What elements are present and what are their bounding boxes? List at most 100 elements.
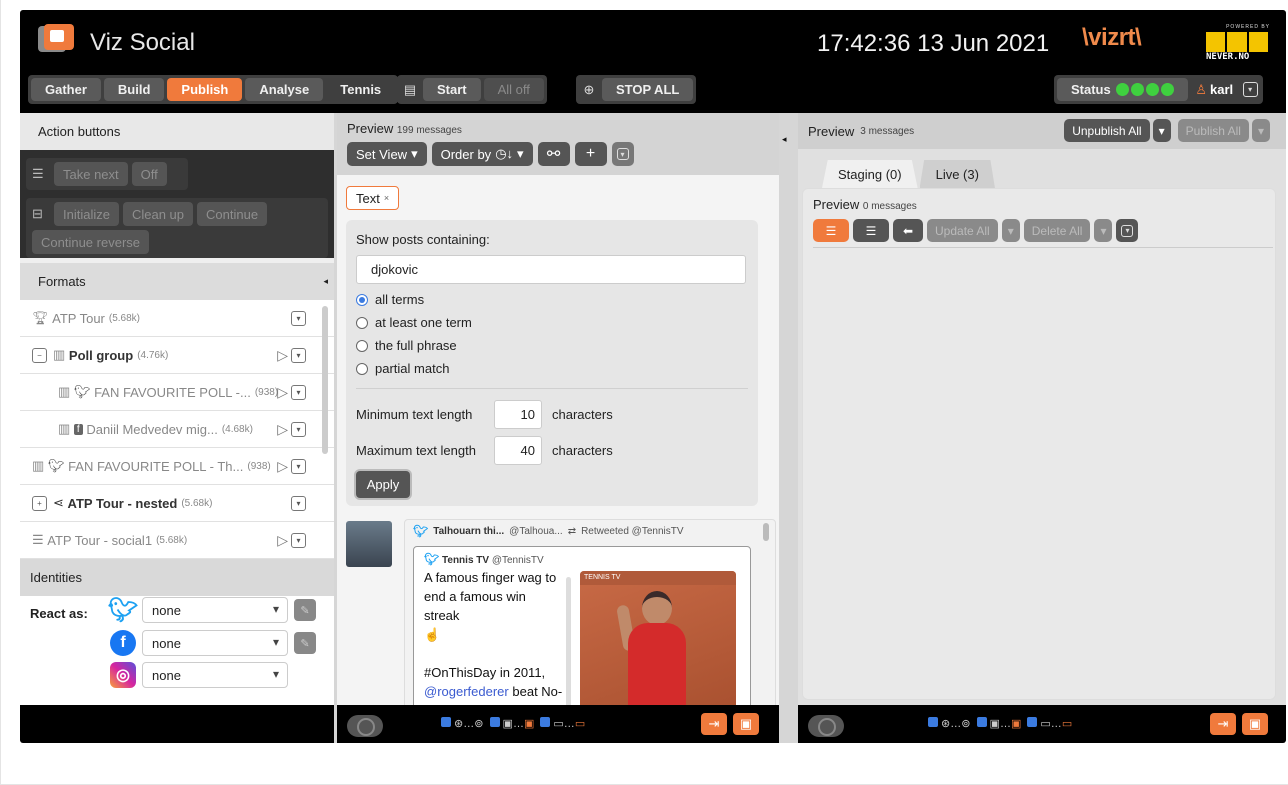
dropdown-icon[interactable]: ▾ (291, 495, 306, 511)
dropdown-icon[interactable]: ▾ (291, 532, 306, 548)
preview-scrollbar[interactable] (763, 523, 769, 541)
link-icon[interactable]: ⚯ (537, 142, 570, 166)
playlist-icon[interactable]: ▤ (400, 78, 420, 101)
facebook-icon: f (110, 630, 136, 656)
insert-icon[interactable]: ⇥ (701, 713, 727, 735)
apply-button[interactable]: Apply (356, 471, 410, 498)
toggle-circle-icon[interactable] (808, 715, 844, 737)
continue-button[interactable]: Continue (197, 202, 268, 226)
play-icon[interactable]: ▷ (277, 385, 288, 400)
format-item[interactable]: ▥ 🐦︎ FAN FAVOURITE POLL -... (938) ▷ ▾ (20, 374, 334, 411)
order-by-button[interactable]: Order by ◷↓ ▾ (431, 142, 533, 166)
play-icon[interactable]: ▷ (277, 459, 288, 474)
format-item[interactable]: ▥ 🐦︎ FAN FAVOURITE POLL - Th... (938) ▷ ▾ (20, 448, 334, 485)
play-icon[interactable]: ▷ (277, 533, 288, 548)
nav-analyse[interactable]: Analyse (245, 78, 324, 101)
radio-all-terms[interactable]: all terms (356, 288, 748, 311)
pen-icon[interactable]: ✎ (294, 599, 316, 621)
image-toggle[interactable]: ▣…▣ (976, 717, 1021, 730)
clean-up-button[interactable]: Clean up (122, 202, 194, 226)
delete-dropdown-icon[interactable]: ▾ (1094, 219, 1113, 242)
stop-all-button[interactable]: STOP ALL (602, 78, 694, 101)
facebook-identity-select[interactable]: none (142, 630, 288, 656)
dropdown-icon[interactable]: ▾ (291, 384, 306, 400)
radio-at-least-one[interactable]: at least one term (356, 311, 748, 334)
nav-tennis[interactable]: Tennis (326, 78, 395, 101)
dropdown-menu-icon[interactable]: ▾ (1240, 78, 1260, 101)
dropdown-icon[interactable]: ▾ (291, 421, 306, 437)
collapse-left-icon[interactable]: ◂ (782, 134, 787, 145)
tweet-scrollbar[interactable] (566, 577, 571, 705)
format-item[interactable]: ☰ ATP Tour - social1 (5.68k) ▷ ▾ (20, 522, 334, 559)
play-icon[interactable]: ▷ (277, 348, 288, 363)
identity-row-instagram: ◎ none (110, 661, 288, 689)
add-icon[interactable]: + (574, 142, 607, 166)
update-all-button[interactable]: Update All (927, 219, 998, 242)
video-toggle[interactable]: ▭…▭ (1027, 717, 1072, 730)
close-icon[interactable]: × (384, 193, 389, 203)
text-toggle[interactable]: ⊛…⊚ (441, 717, 484, 730)
nav-gather[interactable]: Gather (31, 78, 101, 101)
format-item[interactable]: 🏆︎ ATP Tour (5.68k) ▾ (20, 300, 334, 337)
tab-live[interactable]: Live (3) (919, 160, 995, 188)
collapse-group-icon[interactable]: − (32, 347, 47, 363)
tab-staging[interactable]: Staging (0) (822, 160, 918, 188)
align-right-icon[interactable]: ☰ (853, 219, 889, 242)
dropdown-menu-icon[interactable]: ▾ (1116, 219, 1139, 242)
min-length-input[interactable]: 10 (494, 399, 542, 429)
update-dropdown-icon[interactable]: ▾ (1001, 219, 1020, 242)
insert-icon[interactable]: ⇥ (1210, 713, 1236, 735)
initialize-button[interactable]: Initialize (54, 202, 119, 226)
format-item[interactable]: − ▥ Poll group (4.76k) ▷ ▾ (20, 337, 334, 374)
unpublish-all-button[interactable]: Unpublish All (1064, 119, 1150, 142)
radio-partial-match[interactable]: partial match (356, 357, 748, 380)
react-as-label: React as: (30, 606, 88, 621)
publish-dropdown-icon[interactable]: ▾ (1251, 119, 1270, 142)
text-toggle[interactable]: ⊛…⊚ (928, 717, 971, 730)
unpublish-dropdown-icon[interactable]: ▾ (1152, 119, 1171, 142)
nav-publish[interactable]: Publish (167, 78, 243, 101)
format-item[interactable]: ▥ f Daniil Medvedev mig... (4.68k) ▷ ▾ (20, 411, 334, 448)
back-arrow-icon[interactable]: ⬅ (893, 219, 923, 242)
off-button[interactable]: Off (131, 162, 167, 186)
user-menu[interactable]: ♙ karl (1191, 82, 1237, 98)
nav-build[interactable]: Build (103, 78, 165, 101)
continue-reverse-button[interactable]: Continue reverse (32, 230, 149, 254)
video-toggle[interactable]: ▭…▭ (540, 717, 585, 730)
poll-icon: ▥ (58, 421, 71, 436)
twitter-identity-select[interactable]: none (142, 597, 288, 623)
set-view-button[interactable]: Set View ▾ (347, 142, 427, 166)
radio-full-phrase[interactable]: the full phrase (356, 334, 748, 357)
max-length-input[interactable]: 40 (494, 435, 542, 465)
image-toggle[interactable]: ▣…▣ (489, 717, 534, 730)
dropdown-icon[interactable]: ▾ (291, 458, 306, 474)
main-nav: Gather Build Publish Analyse Tennis (28, 75, 399, 104)
staging-message-count: 0 messages (862, 201, 917, 212)
format-item[interactable]: + ⋖ ATP Tour - nested (5.68k) ▾ (20, 485, 334, 522)
search-terms-input[interactable]: djokovic (356, 255, 746, 284)
instagram-identity-select[interactable]: none (142, 662, 288, 688)
publish-all-button[interactable]: Publish All (1177, 119, 1249, 142)
formats-scrollbar[interactable] (322, 306, 328, 454)
post-item[interactable]: 🐦︎ Talhouarn thi... @Talhoua... ⇄ Retwee… (346, 519, 776, 705)
align-left-icon[interactable]: ☰ (813, 219, 849, 242)
start-button[interactable]: Start (423, 78, 481, 101)
toggle-circle-icon[interactable] (347, 715, 383, 737)
fullscreen-icon[interactable]: ▣ (733, 713, 759, 735)
delete-all-button[interactable]: Delete All (1023, 219, 1091, 242)
fullscreen-icon[interactable]: ▣ (1242, 713, 1268, 735)
all-off-button[interactable]: All off (483, 78, 544, 101)
pen-icon[interactable]: ✎ (294, 632, 316, 654)
text-filter-chip[interactable]: Text × (346, 186, 400, 210)
dropdown-icon[interactable]: ▾ (291, 310, 306, 326)
dropdown-menu-icon[interactable]: ▾ (611, 142, 634, 166)
dropdown-icon[interactable]: ▾ (291, 347, 306, 363)
expand-group-icon[interactable]: + (32, 495, 47, 511)
tweet-text: A famous finger wag to end a famous win … (424, 570, 563, 705)
collapse-icon[interactable]: ◂ (323, 276, 328, 287)
take-next-button[interactable]: Take next (54, 162, 128, 186)
publish-toolbar: Preview 3 messages Unpublish All ▾ Publi… (798, 113, 1286, 149)
status-button[interactable]: Status (1057, 78, 1189, 101)
play-icon[interactable]: ▷ (277, 422, 288, 437)
preview-toolbar: Preview 199 messages Set View ▾ Order by… (337, 113, 779, 175)
